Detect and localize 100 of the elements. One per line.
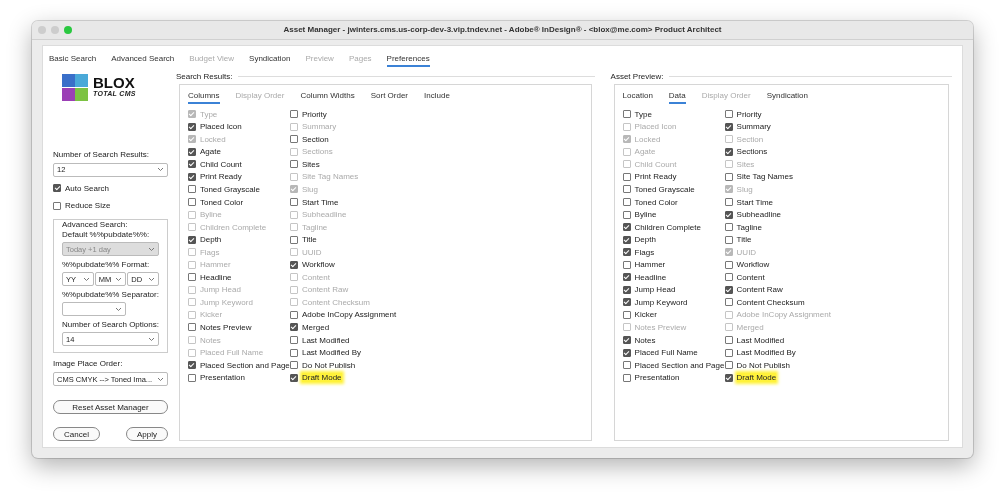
group-title: Advanced Search: <box>60 220 130 229</box>
checkbox-label: Content <box>301 272 330 282</box>
checkbox[interactable] <box>724 285 733 294</box>
checkbox[interactable] <box>289 160 298 169</box>
tab[interactable]: Data <box>668 90 686 104</box>
checkbox[interactable] <box>289 348 298 357</box>
checkbox[interactable] <box>622 172 631 181</box>
checkbox-label: Placed Icon <box>634 122 677 132</box>
checkbox-label: Locked <box>634 134 661 144</box>
field-label: %%pubdate%% Separator: <box>62 290 159 299</box>
tab[interactable]: Basic Search <box>49 53 97 65</box>
checkbox[interactable] <box>724 172 733 181</box>
checkbox[interactable] <box>724 336 733 344</box>
checkbox[interactable] <box>187 323 196 332</box>
checkbox[interactable] <box>187 122 196 131</box>
checkbox[interactable] <box>289 110 298 119</box>
checkbox-label: Presentation <box>634 373 680 383</box>
tab[interactable]: Syndication <box>766 90 808 102</box>
checkbox[interactable] <box>187 373 196 382</box>
tab[interactable]: Columns <box>187 90 220 104</box>
tab[interactable]: Location <box>622 90 653 102</box>
checkbox[interactable] <box>622 210 631 219</box>
checkbox-label: Subheadline <box>301 210 347 220</box>
checkbox[interactable] <box>622 336 631 344</box>
checkbox[interactable] <box>289 235 298 244</box>
checkbox[interactable] <box>724 373 733 382</box>
checkbox-label: Workflow <box>736 260 770 270</box>
reset-button[interactable]: Reset Asset Manager <box>53 400 168 414</box>
checkbox[interactable] <box>622 110 631 119</box>
checkbox[interactable] <box>622 235 631 244</box>
checkbox[interactable] <box>622 348 631 357</box>
checkbox-label: Print Ready <box>199 172 242 182</box>
checkbox[interactable] <box>622 223 631 232</box>
checkbox-label: Merged <box>301 322 330 332</box>
checkbox[interactable] <box>724 198 733 206</box>
checkbox-label: Children Complete <box>199 222 267 232</box>
checkbox[interactable] <box>724 122 733 131</box>
checkbox-label: Hammer <box>199 260 231 270</box>
checkbox-label: Toned Grayscale <box>634 184 695 194</box>
checkbox-label: Jump Head <box>634 285 676 295</box>
checkbox[interactable] <box>289 373 298 382</box>
checkbox[interactable] <box>289 310 298 319</box>
checkbox[interactable] <box>187 172 196 181</box>
checkbox[interactable] <box>289 361 298 370</box>
field-label: %%pubdate%% Format: <box>62 260 151 269</box>
checkbox[interactable] <box>289 323 298 332</box>
checkbox[interactable] <box>622 185 631 194</box>
checkbox[interactable] <box>622 248 631 257</box>
checkbox[interactable] <box>622 298 631 307</box>
checkbox[interactable] <box>724 273 733 282</box>
checkbox-label: Jump Keyword <box>199 297 253 307</box>
tab[interactable]: Preferences <box>386 53 430 67</box>
checkbox[interactable] <box>187 361 196 370</box>
tab[interactable]: Include <box>424 90 450 102</box>
caret-icon <box>147 336 155 342</box>
checkbox[interactable] <box>622 310 631 319</box>
checkbox[interactable] <box>53 184 61 193</box>
checkbox[interactable] <box>187 198 196 206</box>
checkbox[interactable] <box>289 198 298 206</box>
checkbox[interactable] <box>622 198 631 206</box>
checkbox-label: Locked <box>199 134 226 144</box>
checkbox[interactable] <box>622 361 631 370</box>
field-label: Number of Search Results: <box>53 149 151 159</box>
checkbox[interactable] <box>724 361 733 370</box>
tab[interactable]: Column Widths <box>300 90 355 102</box>
field-label: Number of Search Options: <box>62 320 159 329</box>
checkbox-label: Headline <box>634 272 667 282</box>
checkbox[interactable] <box>622 285 631 294</box>
tab[interactable]: Syndication <box>249 53 291 65</box>
checkbox[interactable] <box>724 110 733 119</box>
dialog-button[interactable]: Cancel <box>53 427 100 441</box>
tab[interactable]: Advanced Search <box>111 53 175 65</box>
checkbox[interactable] <box>289 135 298 144</box>
checkbox[interactable] <box>724 348 733 357</box>
checkbox[interactable] <box>187 185 196 194</box>
tab[interactable]: Sort Order <box>370 90 409 102</box>
checkbox[interactable] <box>724 147 733 156</box>
checkbox[interactable] <box>724 298 733 307</box>
field-label: Default %%pubdate%%: <box>62 230 151 239</box>
checkbox-label: Start Time <box>736 197 774 207</box>
checkbox[interactable] <box>724 223 733 232</box>
checkbox[interactable] <box>53 201 61 210</box>
checkbox[interactable] <box>724 210 733 219</box>
checkbox[interactable] <box>289 260 298 269</box>
checkbox[interactable] <box>187 147 196 156</box>
checkbox[interactable] <box>187 273 196 282</box>
checkbox-label: Content Raw <box>301 285 349 295</box>
checkbox[interactable] <box>289 336 298 344</box>
dialog-button[interactable]: Apply <box>125 427 168 441</box>
checkbox[interactable] <box>187 160 196 169</box>
checkbox-label: Jump Head <box>199 285 241 295</box>
caret-icon <box>82 276 90 282</box>
checkbox-label: Content Raw <box>736 285 783 295</box>
checkbox[interactable] <box>187 235 196 244</box>
checkbox[interactable] <box>724 235 733 244</box>
checkbox[interactable] <box>622 273 631 282</box>
checkbox[interactable] <box>724 260 733 269</box>
checkbox-label: Sites <box>301 159 320 169</box>
checkbox[interactable] <box>622 260 631 269</box>
checkbox[interactable] <box>622 373 631 382</box>
